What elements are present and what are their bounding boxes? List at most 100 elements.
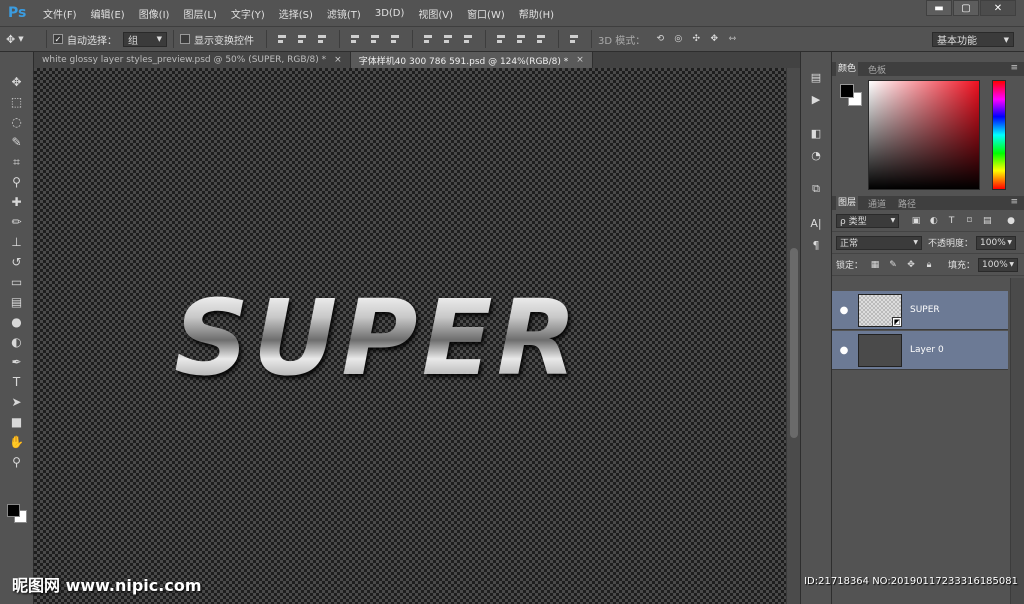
foreground-color-swatch[interactable] xyxy=(840,84,854,98)
distribute-left-icon[interactable] xyxy=(495,32,509,46)
menu-image[interactable]: 图像(I) xyxy=(139,6,170,21)
distribute-vcenter-icon[interactable] xyxy=(442,32,456,46)
minimize-button[interactable]: ▬ xyxy=(926,0,952,16)
filter-kind-dropdown[interactable]: ρ 类型 ▼ xyxy=(836,213,900,228)
move-tool-icon[interactable]: ✥ xyxy=(5,72,29,92)
history-panel-icon[interactable]: ▤ xyxy=(806,68,826,86)
align-bottom-icon[interactable] xyxy=(316,32,330,46)
lock-transparent-icon[interactable]: ▦ xyxy=(868,258,882,272)
properties-panel-icon[interactable]: ◧ xyxy=(806,124,826,142)
3d-drag-icon[interactable]: ✣ xyxy=(689,32,703,46)
crop-tool-icon[interactable]: ⌗ xyxy=(5,152,29,172)
tab-close-icon[interactable]: × xyxy=(334,55,342,65)
close-button[interactable]: ✕ xyxy=(980,0,1016,16)
menu-file[interactable]: 文件(F) xyxy=(43,6,77,21)
maximize-button[interactable]: ▢ xyxy=(953,0,979,16)
tab-paths[interactable]: 路径 xyxy=(896,197,918,210)
lasso-tool-icon[interactable]: ◌ xyxy=(5,112,29,132)
eyedropper-tool-icon[interactable]: ⚲ xyxy=(5,172,29,192)
shape-tool-icon[interactable]: ■ xyxy=(5,412,29,432)
blend-mode-dropdown[interactable]: 正常 ▼ xyxy=(836,235,922,250)
menu-3d[interactable]: 3D(D) xyxy=(375,8,405,19)
filter-pixel-icon[interactable]: ▣ xyxy=(909,214,923,228)
color-field[interactable] xyxy=(868,80,980,190)
menu-help[interactable]: 帮助(H) xyxy=(519,6,554,21)
clone-source-panel-icon[interactable]: ⧉ xyxy=(806,180,826,198)
3d-slide-icon[interactable]: ✥ xyxy=(707,32,721,46)
menu-layer[interactable]: 图层(L) xyxy=(183,6,216,21)
auto-select-dropdown[interactable]: 组 ▼ xyxy=(123,31,167,47)
filter-adjustment-icon[interactable]: ◐ xyxy=(927,214,941,228)
filter-shape-icon[interactable]: ⌑ xyxy=(963,214,977,228)
distribute-bottom-icon[interactable] xyxy=(462,32,476,46)
quick-select-tool-icon[interactable]: ✎ xyxy=(5,132,29,152)
menu-type[interactable]: 文字(Y) xyxy=(231,6,265,21)
panel-menu-icon[interactable]: ≡ xyxy=(1010,197,1018,207)
move-tool-preset[interactable]: ✥ ▼ xyxy=(6,33,40,46)
distribute-top-icon[interactable] xyxy=(422,32,436,46)
layer-row-super[interactable]: ● ◩ SUPER xyxy=(832,291,1008,330)
tab-document-1[interactable]: white glossy layer styles_preview.psd @ … xyxy=(34,52,351,68)
align-top-icon[interactable] xyxy=(276,32,290,46)
gradient-tool-icon[interactable]: ▤ xyxy=(5,292,29,312)
align-vcenter-icon[interactable] xyxy=(296,32,310,46)
distribute-right-icon[interactable] xyxy=(535,32,549,46)
menu-filter[interactable]: 滤镜(T) xyxy=(327,6,361,21)
opacity-field[interactable]: 100% ▼ xyxy=(976,235,1017,250)
scrollbar-thumb[interactable] xyxy=(790,248,798,438)
auto-align-icon[interactable] xyxy=(568,32,582,46)
brush-tool-icon[interactable]: ✏ xyxy=(5,212,29,232)
type-tool-icon[interactable]: T xyxy=(5,372,29,392)
actions-panel-icon[interactable]: ▶ xyxy=(806,90,826,108)
filter-toggle-icon[interactable]: ● xyxy=(1004,214,1018,228)
pen-tool-icon[interactable]: ✒ xyxy=(5,352,29,372)
hand-tool-icon[interactable]: ✋ xyxy=(5,432,29,452)
hue-slider[interactable] xyxy=(992,80,1006,190)
layers-scrollbar[interactable] xyxy=(1010,278,1024,604)
menu-view[interactable]: 视图(V) xyxy=(418,6,453,21)
paragraph-panel-icon[interactable]: ¶ xyxy=(806,236,826,254)
zoom-tool-icon[interactable]: ⚲ xyxy=(5,452,29,472)
tab-document-2[interactable]: 字体样机40 300 786 591.psd @ 124%(RGB/8) * × xyxy=(350,52,593,68)
workspace-dropdown[interactable]: 基本功能 ▼ xyxy=(932,32,1014,47)
menu-select[interactable]: 选择(S) xyxy=(279,6,313,21)
menu-edit[interactable]: 编辑(E) xyxy=(91,6,125,21)
tab-color[interactable]: 颜色 xyxy=(836,62,859,76)
tab-layers[interactable]: 图层 xyxy=(836,196,859,210)
tab-swatches[interactable]: 色板 xyxy=(866,63,888,76)
lock-image-icon[interactable]: ✎ xyxy=(886,258,900,272)
3d-scale-icon[interactable]: ⇿ xyxy=(725,32,739,46)
align-left-icon[interactable] xyxy=(349,32,363,46)
filter-smart-object-icon[interactable]: ▤ xyxy=(980,214,994,228)
document-canvas[interactable]: SUPER xyxy=(34,68,786,604)
visibility-eye-icon[interactable]: ● xyxy=(832,345,856,356)
lock-all-icon[interactable]: 🔒︎ xyxy=(922,258,936,272)
adjustments-panel-icon[interactable]: ◔ xyxy=(806,146,826,164)
canvas-vertical-scrollbar[interactable] xyxy=(786,68,800,604)
3d-rotate-icon[interactable]: ⟲ xyxy=(653,32,667,46)
align-hcenter-icon[interactable] xyxy=(369,32,383,46)
visibility-eye-icon[interactable]: ● xyxy=(832,305,856,316)
auto-select-checkbox[interactable]: ✓ xyxy=(53,34,63,44)
foreground-color-swatch[interactable] xyxy=(7,504,20,517)
history-brush-tool-icon[interactable]: ↺ xyxy=(5,252,29,272)
fill-field[interactable]: 100% ▼ xyxy=(978,257,1019,272)
marquee-tool-icon[interactable]: ⬚ xyxy=(5,92,29,112)
layer-row-layer0[interactable]: ● Layer 0 xyxy=(832,331,1008,370)
character-panel-icon[interactable]: A| xyxy=(806,214,826,232)
panel-menu-icon[interactable]: ≡ xyxy=(1010,63,1018,73)
show-transform-checkbox[interactable] xyxy=(180,34,190,44)
eraser-tool-icon[interactable]: ▭ xyxy=(5,272,29,292)
dodge-tool-icon[interactable]: ◐ xyxy=(5,332,29,352)
path-select-tool-icon[interactable]: ➤ xyxy=(5,392,29,412)
blur-tool-icon[interactable]: ● xyxy=(5,312,29,332)
tab-channels[interactable]: 通道 xyxy=(866,197,888,210)
tab-close-icon[interactable]: × xyxy=(576,55,584,65)
clone-stamp-tool-icon[interactable]: ⊥ xyxy=(5,232,29,252)
healing-brush-tool-icon[interactable]: ✚ xyxy=(5,192,29,212)
align-right-icon[interactable] xyxy=(389,32,403,46)
3d-roll-icon[interactable]: ◎ xyxy=(671,32,685,46)
distribute-hcenter-icon[interactable] xyxy=(515,32,529,46)
filter-type-icon[interactable]: T xyxy=(945,214,959,228)
menu-window[interactable]: 窗口(W) xyxy=(467,6,505,21)
